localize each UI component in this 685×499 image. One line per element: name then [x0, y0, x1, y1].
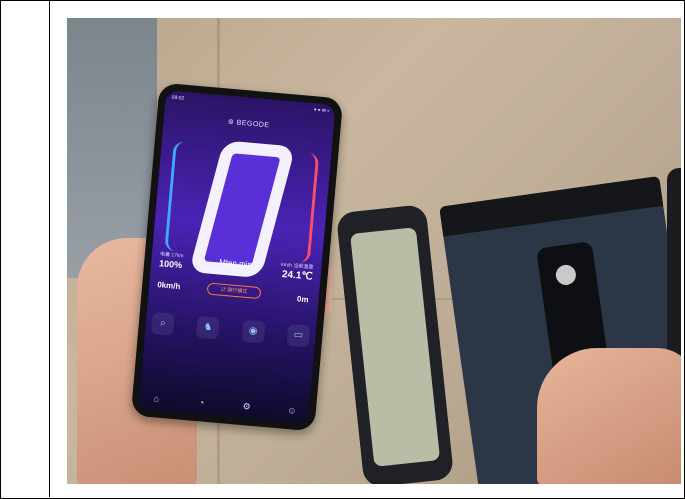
profile-icon: ☺: [286, 404, 297, 416]
scooter-icon: ♞: [196, 315, 220, 340]
smartphone: 09:02 ▾ ▾ ✉ ▪ ⊚ BEGODE 电量 17km 100% Mten…: [130, 82, 344, 432]
status-bar: 09:02 ▾ ▾ ✉ ▪: [171, 95, 329, 115]
settings-icon: ⚙: [242, 401, 252, 412]
photo: 09:02 ▾ ▾ ✉ ▪ ⊚ BEGODE 电量 17km 100% Mten…: [67, 18, 681, 484]
table-divider: [49, 0, 50, 497]
brand-logo: ⊚ BEGODE: [227, 118, 270, 130]
power-button-icon: [554, 263, 578, 287]
app-screen: 09:02 ▾ ▾ ✉ ▪ ⊚ BEGODE 电量 17km 100% Mten…: [138, 90, 336, 424]
camera-icon: ◉: [241, 319, 266, 344]
speed-value: 0km/h: [156, 280, 181, 292]
device-side-shell: [667, 168, 681, 368]
search-icon: ⌕: [150, 311, 175, 336]
mileage-value: 0m: [296, 294, 309, 305]
temp-value: 24.1℃: [281, 269, 314, 283]
wheel-shell-lid: [335, 204, 455, 484]
battery-icon: ▭: [286, 323, 311, 348]
lid-inner-panel: [350, 227, 441, 467]
speed-arc-right: [298, 152, 320, 264]
right-hand: [537, 348, 681, 484]
speed-arc-left: [164, 141, 185, 252]
status-icons: ▾ ▾ ✉ ▪: [313, 107, 330, 115]
device-top-panel: [439, 176, 664, 237]
ride-mode-button: ⇄ 骑行模式: [206, 282, 262, 300]
record-icon: ◔: [198, 397, 205, 408]
feature-icons: ⌕ ♞ ◉ ▭: [150, 311, 311, 348]
home-icon: ⌂: [153, 393, 160, 404]
bottom-nav: ⌂ ◔ ⚙ ☺: [145, 393, 303, 418]
status-time: 09:02: [171, 94, 185, 102]
